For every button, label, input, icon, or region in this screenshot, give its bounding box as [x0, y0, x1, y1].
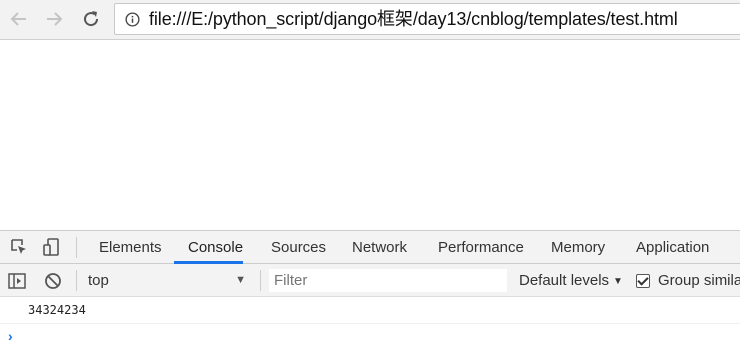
inspect-element-icon[interactable]	[9, 237, 29, 257]
arrow-right-icon	[47, 12, 63, 26]
back-button[interactable]	[4, 4, 34, 34]
tab-elements[interactable]: Elements	[99, 231, 162, 264]
forward-button[interactable]	[39, 4, 69, 34]
url-text[interactable]: file:///E:/python_script/django框架/day13/…	[149, 8, 678, 30]
devtools-panel: Elements Console Sources Network Perform…	[0, 230, 740, 348]
tab-network[interactable]: Network	[352, 231, 407, 264]
tab-console[interactable]: Console	[188, 231, 243, 264]
filter-input[interactable]	[268, 268, 508, 293]
devtools-tab-bar: Elements Console Sources Network Perform…	[0, 231, 740, 264]
context-selector[interactable]: top ▼	[88, 264, 252, 297]
tab-memory[interactable]: Memory	[551, 231, 605, 264]
device-toolbar-icon[interactable]	[42, 237, 62, 257]
arrow-left-icon	[10, 12, 26, 26]
context-value: top	[88, 272, 109, 289]
console-prompt[interactable]: ›	[0, 325, 740, 348]
dropdown-caret-icon: ▼	[613, 276, 623, 287]
clear-console-icon[interactable]	[43, 271, 63, 291]
prompt-chevron-icon: ›	[8, 328, 13, 344]
tab-sources[interactable]: Sources	[271, 231, 326, 264]
tab-performance[interactable]: Performance	[438, 231, 524, 264]
address-bar[interactable]: file:///E:/python_script/django框架/day13/…	[114, 3, 740, 35]
console-toolbar: top ▼ Default levels▼ Group simila	[0, 264, 740, 297]
console-message-text: 34324234	[28, 303, 86, 317]
toolbar-divider	[76, 237, 77, 258]
browser-toolbar: file:///E:/python_script/django框架/day13/…	[0, 0, 740, 40]
show-sidebar-icon[interactable]	[7, 271, 27, 291]
info-icon[interactable]	[125, 12, 140, 27]
log-levels-label: Default levels	[519, 272, 610, 289]
toolbar-divider	[76, 270, 77, 291]
toolbar-divider	[260, 270, 261, 291]
tab-application[interactable]: Application	[636, 231, 709, 264]
dropdown-caret-icon: ▼	[235, 274, 246, 286]
reload-icon	[84, 11, 99, 27]
page-viewport	[0, 41, 740, 230]
reload-button[interactable]	[76, 4, 106, 34]
group-similar-label: Group simila	[658, 272, 740, 289]
log-levels-dropdown[interactable]: Default levels ▼	[519, 264, 623, 297]
console-message: 34324234	[0, 298, 740, 324]
group-similar-checkbox[interactable]	[636, 274, 650, 288]
